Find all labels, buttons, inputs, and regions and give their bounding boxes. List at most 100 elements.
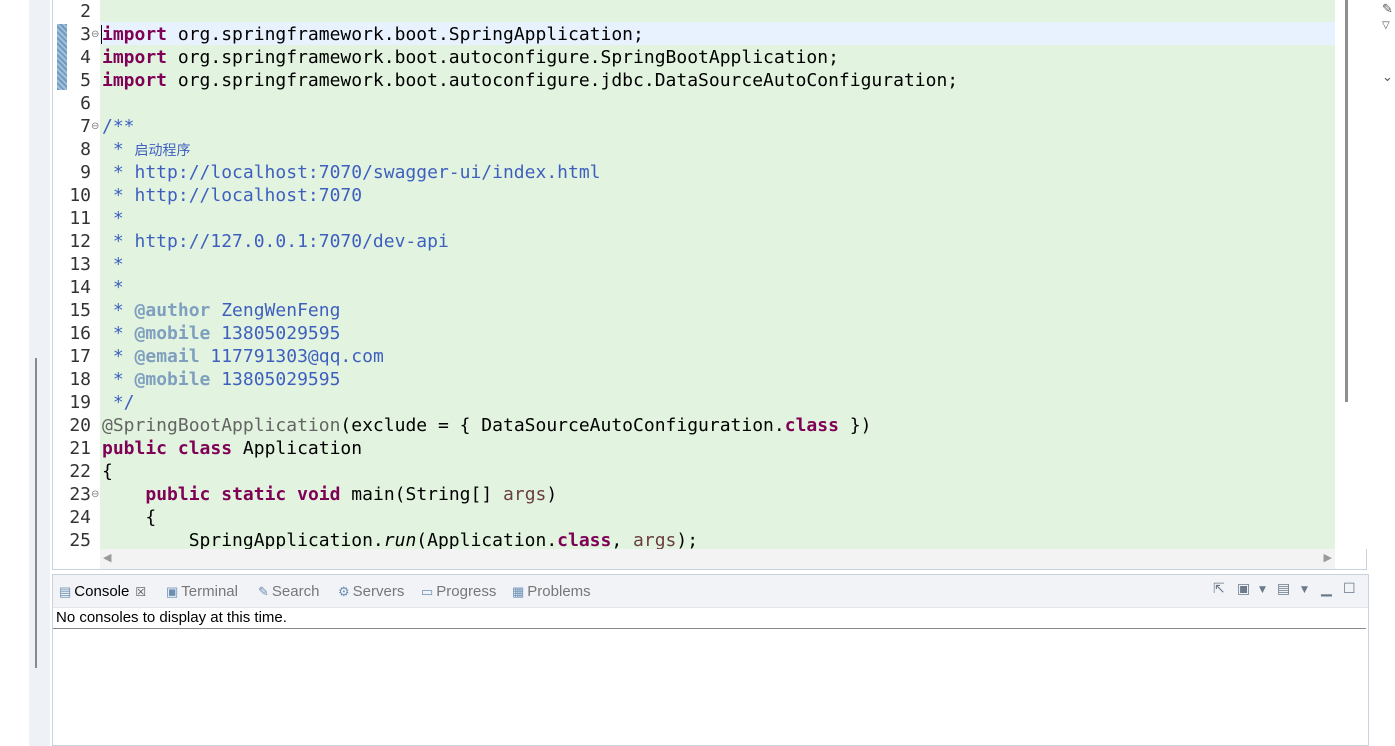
code-line[interactable]: 24 { — [53, 506, 1335, 529]
minimize-icon[interactable]: ▁ — [1321, 581, 1332, 597]
code-line[interactable]: 11 * — [53, 207, 1335, 230]
line-number: 4 — [80, 47, 91, 68]
vertical-scroll-thumb[interactable] — [1345, 0, 1348, 402]
text-cursor — [101, 25, 102, 44]
tab-label: Servers — [352, 583, 405, 600]
line-number: 25 — [69, 530, 91, 551]
code-line[interactable]: 2 — [53, 0, 1335, 23]
code-line[interactable]: 10 * http://localhost:7070 — [53, 184, 1335, 207]
code-line[interactable]: 17 * @email 117791303@qq.com — [53, 345, 1335, 368]
tab-console[interactable]: ▤ Console ☒ — [59, 582, 146, 602]
console-tab-bar: ▤ Console ☒ ▣ Terminal ✎ Search ⚙ Servers ▭ Progre… — [53, 575, 1368, 608]
line-number: 23 — [69, 484, 91, 505]
line-number: 3 — [80, 24, 91, 45]
tab-label: Progress — [436, 583, 497, 600]
chevron-down-icon[interactable]: ▼ — [1301, 585, 1308, 595]
code-text: */ — [102, 392, 135, 413]
terminal-icon: ▣ — [166, 584, 179, 599]
code-line[interactable]: 23 ⊖ public static void main(String[] arg… — [53, 483, 1335, 506]
code-text: { — [102, 461, 113, 482]
line-number: 24 — [69, 507, 91, 528]
code-text: * — [102, 208, 124, 229]
code-line[interactable]: 6 — [53, 92, 1335, 115]
fold-toggle-icon[interactable]: ⊖ — [91, 483, 101, 506]
code-line[interactable]: 3 ⊖ import org.springframework.boot.Spring… — [53, 23, 1335, 46]
tab-terminal[interactable]: ▣ Terminal — [166, 582, 238, 602]
editor-horizontal-scrollbar[interactable]: ◀ ▶ — [100, 549, 1335, 569]
code-line[interactable]: 22 { — [53, 460, 1335, 483]
code-line[interactable]: 19 */ — [53, 391, 1335, 414]
console-icon: ▤ — [59, 584, 72, 599]
maximize-icon[interactable]: ☐ — [1343, 581, 1356, 597]
code-line[interactable]: 9 * http://localhost:7070/swagger-ui/ind… — [53, 161, 1335, 184]
display-console-icon[interactable]: ▣ — [1237, 581, 1250, 597]
code-text: @SpringBootApplication(exclude = { DataS… — [102, 415, 872, 436]
tab-label: Search — [271, 583, 320, 600]
code-text: * http://localhost:7070/swagger-ui/index… — [102, 162, 601, 183]
code-line[interactable]: 4 import org.springframework.boot.autocon… — [53, 46, 1335, 69]
line-number: 10 — [69, 185, 91, 206]
code-text: * 启动程序 — [102, 139, 191, 160]
line-number: 13 — [69, 254, 91, 275]
divider — [53, 628, 1366, 629]
line-number: 5 — [80, 70, 91, 91]
tab-problems[interactable]: ▦ Problems — [512, 582, 591, 602]
code-line[interactable]: 20 @SpringBootApplication(exclude = { Dat… — [53, 414, 1335, 437]
code-line[interactable]: 7 ⊖/** — [53, 115, 1335, 138]
fold-toggle-icon[interactable]: ⊖ — [91, 115, 101, 138]
line-number: 20 — [69, 415, 91, 436]
line-number: 18 — [69, 369, 91, 390]
chevron-down-icon[interactable]: ⌄ — [1382, 70, 1393, 85]
code-text: * @author ZengWenFeng — [102, 300, 341, 321]
code-line[interactable]: 14 * — [53, 276, 1335, 299]
code-text: { — [102, 507, 157, 528]
scroll-right-arrow-icon[interactable]: ▶ — [1324, 551, 1332, 564]
code-line[interactable]: 12 * http://127.0.0.1:7070/dev-api — [53, 230, 1335, 253]
tab-progress[interactable]: ▭ Progress — [421, 582, 496, 602]
outer-left-margin — [0, 0, 29, 746]
code-text: * @mobile 13805029595 — [102, 323, 341, 344]
code-line[interactable]: 18 * @mobile 13805029595 — [53, 368, 1335, 391]
code-text: import org.springframework.boot.autoconf… — [102, 47, 839, 68]
tab-label: Terminal — [181, 583, 238, 600]
open-console-icon[interactable]: ▤ — [1277, 581, 1290, 597]
scroll-left-arrow-icon[interactable]: ◀ — [103, 551, 111, 564]
left-panel-scrollbar[interactable] — [35, 358, 37, 668]
code-line[interactable]: 13 * — [53, 253, 1335, 276]
line-number: 12 — [69, 231, 91, 252]
code-text: * — [102, 277, 124, 298]
line-number: 16 — [69, 323, 91, 344]
pin-icon[interactable]: ✎ — [1382, 2, 1393, 17]
right-side-strip — [1368, 0, 1395, 746]
line-number: 21 — [69, 438, 91, 459]
code-text: import org.springframework.boot.SpringAp… — [102, 24, 644, 45]
pin-console-icon[interactable]: ⇱ — [1213, 581, 1225, 597]
console-empty-message: No consoles to display at this time. — [56, 609, 287, 626]
line-number: 2 — [80, 1, 91, 22]
fold-toggle-icon[interactable]: ⊖ — [91, 23, 101, 46]
code-text: public class Application — [102, 438, 363, 459]
chevron-down-icon[interactable]: ▼ — [1259, 585, 1266, 595]
code-line[interactable]: 8 * 启动程序 — [53, 138, 1335, 161]
servers-icon: ⚙ — [338, 584, 350, 599]
code-line[interactable]: 15 * @author ZengWenFeng — [53, 299, 1335, 322]
code-text: /** — [102, 116, 135, 137]
code-editor[interactable]: 2 3 ⊖ import org.springframework.boot.Sprin… — [52, 0, 1367, 570]
line-number: 6 — [80, 93, 91, 114]
collapse-icon[interactable]: ▽ — [1382, 20, 1390, 31]
search-icon: ✎ — [258, 584, 269, 599]
code-line[interactable]: 21 public class Application — [53, 437, 1335, 460]
tab-servers[interactable]: ⚙ Servers — [338, 582, 404, 602]
code-text: * @mobile 13805029595 — [102, 369, 341, 390]
editor-vertical-scrollbar[interactable] — [1335, 0, 1367, 549]
line-number: 7 — [80, 116, 91, 137]
line-number: 11 — [69, 208, 91, 229]
progress-icon: ▭ — [421, 584, 434, 599]
code-line[interactable]: 5 import org.springframework.boot.autocon… — [53, 69, 1335, 92]
code-line[interactable]: 16 * @mobile 13805029595 — [53, 322, 1335, 345]
close-icon[interactable]: ☒ — [135, 585, 146, 599]
tab-label: Problems — [527, 583, 591, 600]
line-number: 9 — [80, 162, 91, 183]
code-text: * @email 117791303@qq.com — [102, 346, 384, 367]
tab-search[interactable]: ✎ Search — [258, 582, 319, 602]
